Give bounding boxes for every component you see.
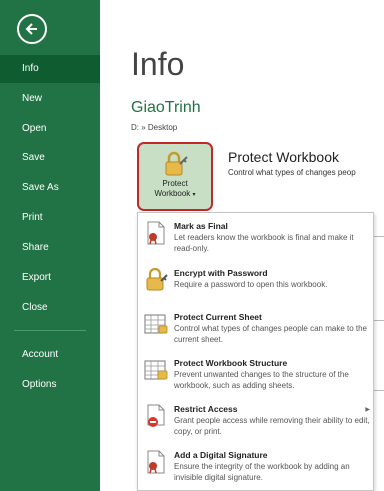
sidebar-divider: [14, 330, 86, 331]
menu-item-title: Restrict Access: [174, 404, 238, 414]
protect-button-label-line1: Protect: [162, 179, 188, 188]
menu-item-description: Ensure the integrity of the workbook by …: [174, 462, 350, 482]
nav-save[interactable]: Save: [0, 144, 100, 172]
nav-options[interactable]: Options: [0, 371, 100, 399]
workbook-structure-icon: [144, 360, 168, 380]
menu-item-title: Protect Current Sheet: [174, 312, 262, 322]
nav-share[interactable]: Share: [0, 234, 100, 262]
dropdown-caret-icon: ▾: [192, 192, 196, 198]
menu-item-title: Mark as Final: [174, 221, 228, 231]
edge-divider: [374, 390, 384, 391]
nav-print[interactable]: Print: [0, 204, 100, 232]
lock-key-icon: [165, 151, 188, 176]
nav-info[interactable]: Info: [0, 55, 100, 83]
protect-workbook-button[interactable]: Protect Workbook ▾: [137, 142, 213, 211]
restrict-access-icon: [147, 404, 165, 427]
menu-item-description: Control what types of changes people can…: [174, 324, 368, 344]
menu-item-encrypt-with-password[interactable]: Encrypt with Password Require a password…: [138, 262, 375, 308]
protect-workbook-menu: Mark as Final Let readers know the workb…: [137, 212, 374, 491]
nav-close[interactable]: Close: [0, 294, 100, 322]
final-document-icon: [147, 221, 165, 245]
protect-workbook-title: Protect Workbook: [228, 149, 340, 165]
menu-item-description: Grant people access while removing their…: [174, 416, 370, 436]
menu-item-description: Let readers know the workbook is final a…: [174, 233, 354, 253]
nav-open[interactable]: Open: [0, 115, 100, 143]
menu-item-restrict-access[interactable]: Restrict Access Grant people access whil…: [138, 398, 375, 444]
document-name: GiaoTrinh: [131, 99, 201, 116]
lock-key-icon: [146, 267, 168, 291]
protect-workbook-description: Control what types of changes peop: [228, 168, 356, 177]
menu-item-add-digital-signature[interactable]: Add a Digital Signature Ensure the integ…: [138, 444, 375, 490]
menu-item-title: Add a Digital Signature: [174, 450, 268, 460]
menu-item-title: Protect Workbook Structure: [174, 358, 288, 368]
edge-divider: [374, 236, 384, 237]
nav-save-as[interactable]: Save As: [0, 174, 100, 202]
menu-item-mark-as-final[interactable]: Mark as Final Let readers know the workb…: [138, 215, 375, 261]
edge-divider: [374, 320, 384, 321]
backstage-sidebar: Info New Open Save Save As Print Share E…: [0, 0, 100, 491]
menu-item-protect-workbook-structure[interactable]: Protect Workbook Structure Prevent unwan…: [138, 352, 375, 398]
back-button[interactable]: [17, 14, 47, 44]
sheet-lock-icon: [144, 314, 168, 334]
back-arrow-icon: [25, 23, 37, 35]
submenu-arrow-icon: ▶: [365, 407, 370, 413]
nav-account[interactable]: Account: [0, 341, 100, 369]
page-title: Info: [131, 46, 185, 82]
nav-new[interactable]: New: [0, 85, 100, 113]
menu-item-description: Require a password to open this workbook…: [174, 280, 328, 289]
menu-item-protect-current-sheet[interactable]: Protect Current Sheet Control what types…: [138, 306, 375, 352]
menu-item-title: Encrypt with Password: [174, 268, 268, 278]
menu-item-description: Prevent unwanted changes to the structur…: [174, 370, 349, 390]
document-path[interactable]: D: » Desktop: [131, 123, 177, 132]
nav-export[interactable]: Export: [0, 264, 100, 292]
protect-button-label-line2: Workbook ▾: [154, 189, 196, 198]
digital-signature-icon: [147, 450, 165, 474]
